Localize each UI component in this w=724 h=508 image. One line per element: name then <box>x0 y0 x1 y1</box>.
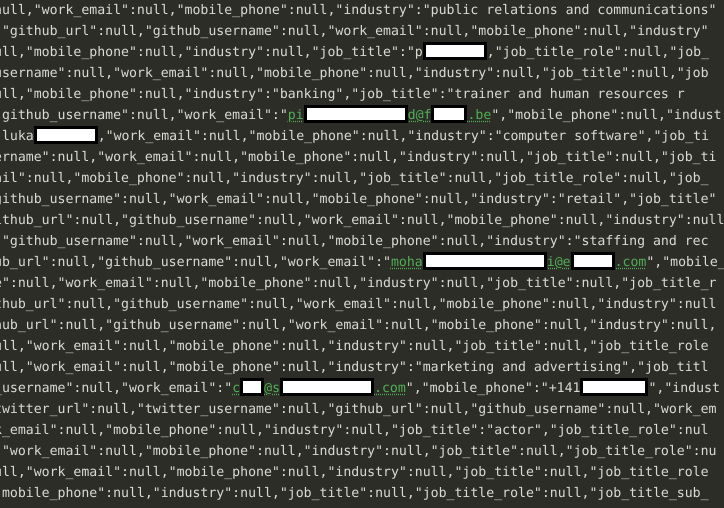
terminal-line: ,"github_username":null,"work_email":nul… <box>0 231 709 252</box>
terminal-line: _username":null,"work_email":"c @s .com","… <box>0 378 720 399</box>
json-text: username":null,"work_email":null,"mobile… <box>0 66 709 81</box>
email-link-text[interactable]: i@e <box>547 255 571 270</box>
json-text: "mobile_phone":null,"industry":null,"job… <box>0 486 709 501</box>
json-text: ername":null,"work_email":null,"mobile_p… <box>0 150 717 165</box>
json-text: ithub_url":null,"github_username":null,"… <box>0 213 724 228</box>
json-text: ,"github_username":null,"work_email":nul… <box>0 234 709 249</box>
json-text: e":null,"work_email":null,"mobile_phone"… <box>0 276 717 291</box>
json-text: ull,"mobile_phone":null,"industry":null,… <box>0 45 423 60</box>
json-text: ull,"work_email":null,"mobile_phone":nul… <box>0 339 709 354</box>
terminal-line: ull,"mobile_phone":null,"industry":null,… <box>0 42 709 63</box>
json-text: ","mobile_phone":null,"indust <box>491 108 722 123</box>
terminal-line: ,"work_email":null,"mobile_phone":null,"… <box>0 441 717 462</box>
terminal-line: k_email":null,"mobile_phone":null,"indus… <box>0 420 709 441</box>
json-text: "github_username":null,"work_email":" <box>0 108 288 123</box>
email-link-text[interactable]: .com <box>615 255 647 270</box>
json-text: ull,"work_email":null,"mobile_phone":nul… <box>0 465 709 480</box>
json-text: thub_url":null,"github_username":null,"w… <box>0 297 717 312</box>
email-link-text[interactable]: c <box>232 381 240 396</box>
terminal-line: "github_username":null,"work_email":"pi d… <box>0 105 722 126</box>
terminal-line: github_username":null,"work_email":null,… <box>0 189 717 210</box>
json-text: _username":null,"work_email":" <box>0 381 233 396</box>
terminal-output-pane[interactable]: null,"work_email":null,"mobile_phone":nu… <box>0 0 724 508</box>
terminal-line: ail":null,"mobile_phone":null,"industry"… <box>0 168 709 189</box>
json-text: ,"work_email":null,"mobile_phone":null,"… <box>0 444 717 459</box>
email-link-text[interactable]: .com <box>374 381 406 396</box>
email-link-text[interactable]: .be <box>467 108 491 123</box>
redaction-box <box>33 126 98 145</box>
json-text: k_email":null,"mobile_phone":null,"indus… <box>0 423 709 438</box>
json-text: ull,"mobile_phone":null,"industry":"bank… <box>0 87 685 102</box>
json-text: ub_url":null,"github_username":null,"wor… <box>0 255 391 270</box>
terminal-line: ername":null,"work_email":null,"mobile_p… <box>0 147 717 168</box>
terminal-line: e":null,"work_email":null,"mobile_phone"… <box>0 273 717 294</box>
terminal-line: hub_url":null,"github_username":null,"wo… <box>0 315 717 336</box>
terminal-line: ,"github_url":null,"github_username":nul… <box>0 21 709 42</box>
json-text: github_username":null,"work_email":null,… <box>0 192 717 207</box>
terminal-line: ub_url":null,"github_username":null,"wor… <box>0 252 724 273</box>
email-link-text[interactable]: moha <box>391 255 423 270</box>
json-text: ,"github_url":null,"github_username":nul… <box>0 24 709 39</box>
email-link-text[interactable]: pi <box>288 108 304 123</box>
terminal-line: null,"work_email":null,"mobile_phone":nu… <box>0 0 717 21</box>
terminal-line: ull,"work_email":null,"mobile_phone":nul… <box>0 336 709 357</box>
json-text: hub_url":null,"github_username":null,"wo… <box>0 318 717 333</box>
redaction-box <box>580 378 649 397</box>
email-link-text[interactable]: d@f <box>408 108 432 123</box>
json-text: ","indust <box>648 381 720 396</box>
json-text: ","mobile_phone":"+141 <box>405 381 581 396</box>
redaction-box <box>280 378 375 397</box>
json-text: ","mobile_p <box>646 255 724 270</box>
redaction-box <box>303 105 408 124</box>
terminal-line: ull,"mobile_phone":null,"industry":"bank… <box>0 84 685 105</box>
redaction-box <box>570 252 615 271</box>
redaction-box <box>240 378 265 397</box>
terminal-line: twitter_url":null,"twitter_username":nul… <box>0 399 717 420</box>
redaction-box <box>431 105 468 124</box>
terminal-line: ull,"work_email":null,"mobile_phone":nul… <box>0 462 709 483</box>
json-text: ull,"work_email":null,"mobile_phone":nul… <box>0 360 709 375</box>
terminal-line: username":null,"work_email":null,"mobile… <box>0 63 709 84</box>
json-text: ,"job_title_role":null,"job_ <box>486 45 710 60</box>
terminal-line: ithub_url":null,"github_username":null,"… <box>0 210 724 231</box>
json-text: twitter_url":null,"twitter_username":nul… <box>0 402 717 417</box>
terminal-line: "luka ,"work_email":null,"mobile_phone":n… <box>0 126 709 147</box>
terminal-line: thub_url":null,"github_username":null,"w… <box>0 294 717 315</box>
redaction-box <box>422 42 487 61</box>
json-text: "luka <box>0 129 34 144</box>
terminal-line: ull,"work_email":null,"mobile_phone":nul… <box>0 357 709 378</box>
redaction-box <box>422 252 547 271</box>
terminal-line: "mobile_phone":null,"industry":null,"job… <box>0 483 709 504</box>
json-text: ail":null,"mobile_phone":null,"industry"… <box>0 171 709 186</box>
json-text: null,"work_email":null,"mobile_phone":nu… <box>0 3 717 18</box>
json-text: ,"work_email":null,"mobile_phone":null,"… <box>97 129 710 144</box>
email-link-text[interactable]: @s <box>264 381 280 396</box>
